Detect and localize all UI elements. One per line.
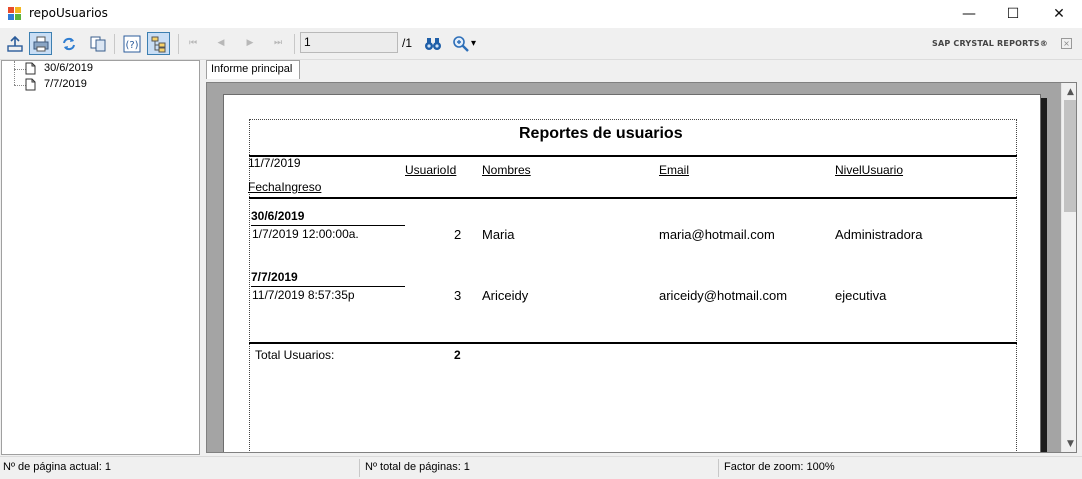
toolbar-separator xyxy=(114,34,115,54)
close-button[interactable]: ✕ xyxy=(1036,0,1082,28)
cell-fecha: 11/7/2019 8:57:35p xyxy=(252,288,355,302)
status-zoom: Factor de zoom: 100% xyxy=(724,461,835,473)
export-button[interactable] xyxy=(3,32,26,55)
group-tree-panel: 30/6/2019 7/7/2019 xyxy=(1,60,200,455)
total-label: Total Usuarios: xyxy=(255,348,335,362)
svg-text:(?): (?) xyxy=(125,40,138,51)
status-separator xyxy=(718,459,719,477)
status-bar: Nº de página actual: 1 Nº total de págin… xyxy=(0,456,1082,479)
cell-fecha: 1/7/2019 12:00:00a. xyxy=(252,227,359,241)
tree-connector xyxy=(14,61,15,85)
page-total-label: /1 xyxy=(402,36,413,50)
next-page-button[interactable]: ▶ xyxy=(240,33,260,53)
find-text-button[interactable] xyxy=(421,32,444,55)
group-header: 7/7/2019 xyxy=(251,270,298,284)
last-page-button[interactable]: ⏭ xyxy=(268,33,288,53)
binoculars-icon xyxy=(424,37,441,50)
copy-icon xyxy=(90,36,105,51)
toolbar: (?) ⏮ ◀ ▶ ⏭ 1 /1 ▾ SAP CRYSTAL REPORTS® … xyxy=(0,28,1082,60)
divider xyxy=(249,342,1017,344)
page-number-input[interactable]: 1 xyxy=(300,32,398,53)
tree-item-label: 30/6/2019 xyxy=(44,62,93,74)
refresh-icon xyxy=(62,37,75,50)
cell-nivel: ejecutiva xyxy=(835,288,887,303)
column-header-fecha: FechaIngreso xyxy=(248,180,322,194)
title-bar: repoUsuarios — ☐ ✕ xyxy=(0,0,1082,28)
cell-email: ariceidy@hotmail.com xyxy=(659,288,788,303)
document-icon xyxy=(25,62,36,75)
status-current-page: Nº de página actual: 1 xyxy=(3,461,111,473)
cell-nombres: Maria xyxy=(482,227,515,242)
vertical-scrollbar[interactable]: ▲ ▼ xyxy=(1061,83,1076,452)
report-page: Reportes de usuarios 11/7/2019 FechaIngr… xyxy=(223,94,1041,452)
group-header: 30/6/2019 xyxy=(251,209,305,223)
tab-main-report[interactable]: Informe principal xyxy=(206,60,300,79)
divider xyxy=(249,155,1017,157)
zoom-icon xyxy=(452,35,469,52)
group-underline xyxy=(251,225,405,226)
report-title: Reportes de usuarios xyxy=(519,125,683,142)
cell-id: 2 xyxy=(454,227,462,242)
scroll-up-icon[interactable]: ▲ xyxy=(1062,83,1076,100)
print-button[interactable] xyxy=(29,32,52,55)
divider xyxy=(249,197,1017,199)
scroll-down-icon[interactable]: ▼ xyxy=(1062,435,1076,452)
group-underline xyxy=(251,286,405,287)
toolbar-separator xyxy=(178,34,179,54)
previous-page-button[interactable]: ◀ xyxy=(211,33,231,53)
column-header-email: Email xyxy=(659,163,690,177)
scrollbar-thumb[interactable] xyxy=(1064,100,1076,212)
cell-email: maria@hotmail.com xyxy=(659,227,775,242)
cell-nivel: Administradora xyxy=(835,227,923,242)
tree-item-label: 7/7/2019 xyxy=(44,78,87,90)
help-icon: (?) xyxy=(123,35,140,52)
status-total-pages: Nº total de páginas: 1 xyxy=(365,461,470,473)
export-icon xyxy=(6,35,23,52)
toolbar-separator xyxy=(294,34,295,54)
printer-icon xyxy=(33,36,48,51)
column-header-nivel: NivelUsuario xyxy=(835,163,904,177)
group-tree-icon xyxy=(151,36,165,52)
cell-nombres: Ariceidy xyxy=(482,288,529,303)
minimize-button[interactable]: — xyxy=(946,0,992,28)
help-button[interactable]: (?) xyxy=(120,32,143,55)
maximize-button[interactable]: ☐ xyxy=(990,0,1036,28)
report-viewer: Reportes de usuarios 11/7/2019 FechaIngr… xyxy=(206,82,1077,453)
column-header-nombres: Nombres xyxy=(482,163,531,177)
total-value: 2 xyxy=(454,348,461,362)
document-icon xyxy=(25,78,36,91)
toggle-group-tree-button[interactable] xyxy=(147,32,170,55)
app-icon xyxy=(8,7,21,20)
brand-label: SAP CRYSTAL REPORTS® xyxy=(932,39,1048,48)
window-title: repoUsuarios xyxy=(29,6,108,20)
refresh-button[interactable] xyxy=(57,32,80,55)
zoom-button[interactable] xyxy=(449,32,472,55)
copy-button[interactable] xyxy=(86,32,109,55)
status-separator xyxy=(359,459,360,477)
column-header-id: UsuarioId xyxy=(405,163,457,177)
cell-id: 3 xyxy=(454,288,462,303)
print-date: 11/7/2019 xyxy=(248,156,301,170)
zoom-dropdown-caret[interactable]: ▾ xyxy=(471,38,476,49)
brand-close-icon[interactable]: × xyxy=(1061,38,1072,49)
first-page-button[interactable]: ⏮ xyxy=(183,33,203,53)
